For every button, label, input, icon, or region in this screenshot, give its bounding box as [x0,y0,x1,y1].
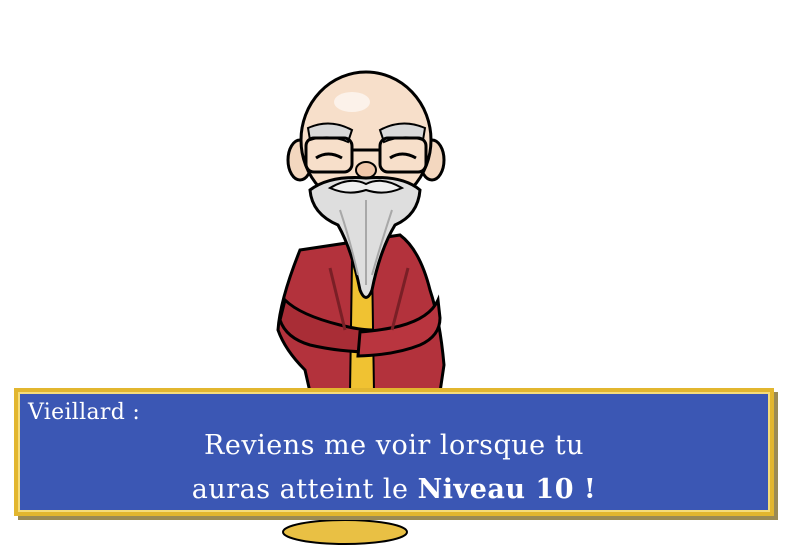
dialog-line-2: auras atteint le Niveau 10 ! [18,474,770,505]
dialog-box[interactable]: Vieillard : Reviens me voir lorsque tu a… [14,388,774,516]
speaker-name: Vieillard : [28,400,141,425]
dialog-line-2-text: auras atteint le [191,474,418,505]
sage-feet [282,519,408,545]
dialog-line-1: Reviens me voir lorsque tu [204,430,584,461]
level-requirement: Niveau 10 ! [417,474,597,505]
